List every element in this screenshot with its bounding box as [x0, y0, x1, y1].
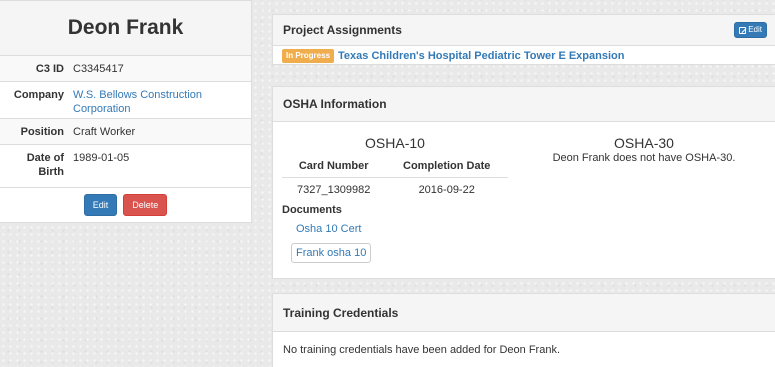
project-assignments-panel: Project Assignments Edit In Progress Tex…: [272, 14, 775, 65]
profile-row-company: Company W.S. Bellows Construction Corpor…: [0, 82, 251, 119]
osha10-table: Card Number Completion Date 7327_1309982…: [282, 155, 508, 202]
edit-icon: [739, 26, 747, 34]
osha30-title: OSHA-30: [614, 135, 674, 151]
c3id-value: C3345417: [73, 63, 124, 75]
edit-profile-button[interactable]: Edit: [83, 194, 118, 216]
osha10-title: OSHA-10: [365, 135, 425, 151]
dob-value: 1989-01-05: [73, 152, 130, 164]
completion-date-cell: 2016-09-22: [418, 184, 475, 196]
company-label: Company: [13, 89, 64, 101]
osha30-section: OSHA-30 Deon Frank does not have OSHA-30…: [513, 122, 775, 164]
training-credentials-message: No training credentials have been added …: [283, 344, 561, 356]
status-badge: In Progress: [282, 48, 335, 63]
edit-projects-button[interactable]: Edit: [734, 22, 767, 38]
profile-row-c3id: C3 ID C3345417: [0, 56, 251, 82]
osha-information-heading: OSHA Information: [273, 87, 775, 122]
delete-profile-button[interactable]: Delete: [123, 194, 168, 216]
training-credentials-heading: Training Credentials: [273, 294, 775, 332]
profile-name: Deon Frank: [0, 1, 251, 56]
c3id-label: C3 ID: [35, 63, 64, 75]
project-assignments-body: In Progress Texas Children's Hospital Pe…: [273, 46, 775, 65]
profile-details: C3 ID C3345417 Company W.S. Bellows Cons…: [0, 56, 251, 188]
training-credentials-body: No training credentials have been added …: [273, 332, 775, 356]
documents-label: Documents: [282, 204, 342, 216]
osha-information-body: OSHA-10 Card Number Completion Date 7327…: [273, 122, 775, 279]
osha10-section: OSHA-10 Card Number Completion Date 7327…: [282, 122, 508, 263]
project-assignments-heading: Project Assignments Edit: [273, 15, 775, 46]
table-row: 7327_1309982 2016-09-22: [282, 178, 508, 203]
card-number-cell: 7327_1309982: [296, 184, 371, 196]
osha30-message: Deon Frank does not have OSHA-30.: [552, 152, 736, 164]
profile-actions: Edit Delete: [0, 188, 251, 222]
profile-row-position: Position Craft Worker: [0, 119, 251, 145]
profile-row-dob: Date of Birth 1989-01-05: [0, 145, 251, 188]
document-link-osha-10-cert[interactable]: Osha 10 Cert: [296, 223, 508, 235]
training-credentials-panel: Training Credentials No training credent…: [272, 293, 775, 367]
project-assignments-title: Project Assignments: [283, 23, 402, 37]
training-credentials-title: Training Credentials: [283, 305, 399, 320]
osha-information-panel: OSHA Information OSHA-10 Card Number Com…: [272, 86, 775, 279]
edit-projects-label: Edit: [748, 25, 762, 34]
dob-label: Date of Birth: [26, 152, 64, 178]
column-header-completion-date: Completion Date: [385, 155, 508, 178]
osha-information-title: OSHA Information: [283, 97, 387, 111]
project-link[interactable]: Texas Children's Hospital Pediatric Towe…: [338, 50, 624, 62]
profile-card: Deon Frank C3 ID C3345417 Company W.S. B…: [0, 0, 252, 223]
document-link-frank-osha-10[interactable]: Frank osha 10: [291, 243, 372, 263]
company-link[interactable]: W.S. Bellows Construction Corporation: [73, 89, 202, 115]
position-value: Craft Worker: [73, 126, 136, 138]
column-header-card-number: Card Number: [282, 155, 386, 178]
position-label: Position: [20, 126, 64, 138]
